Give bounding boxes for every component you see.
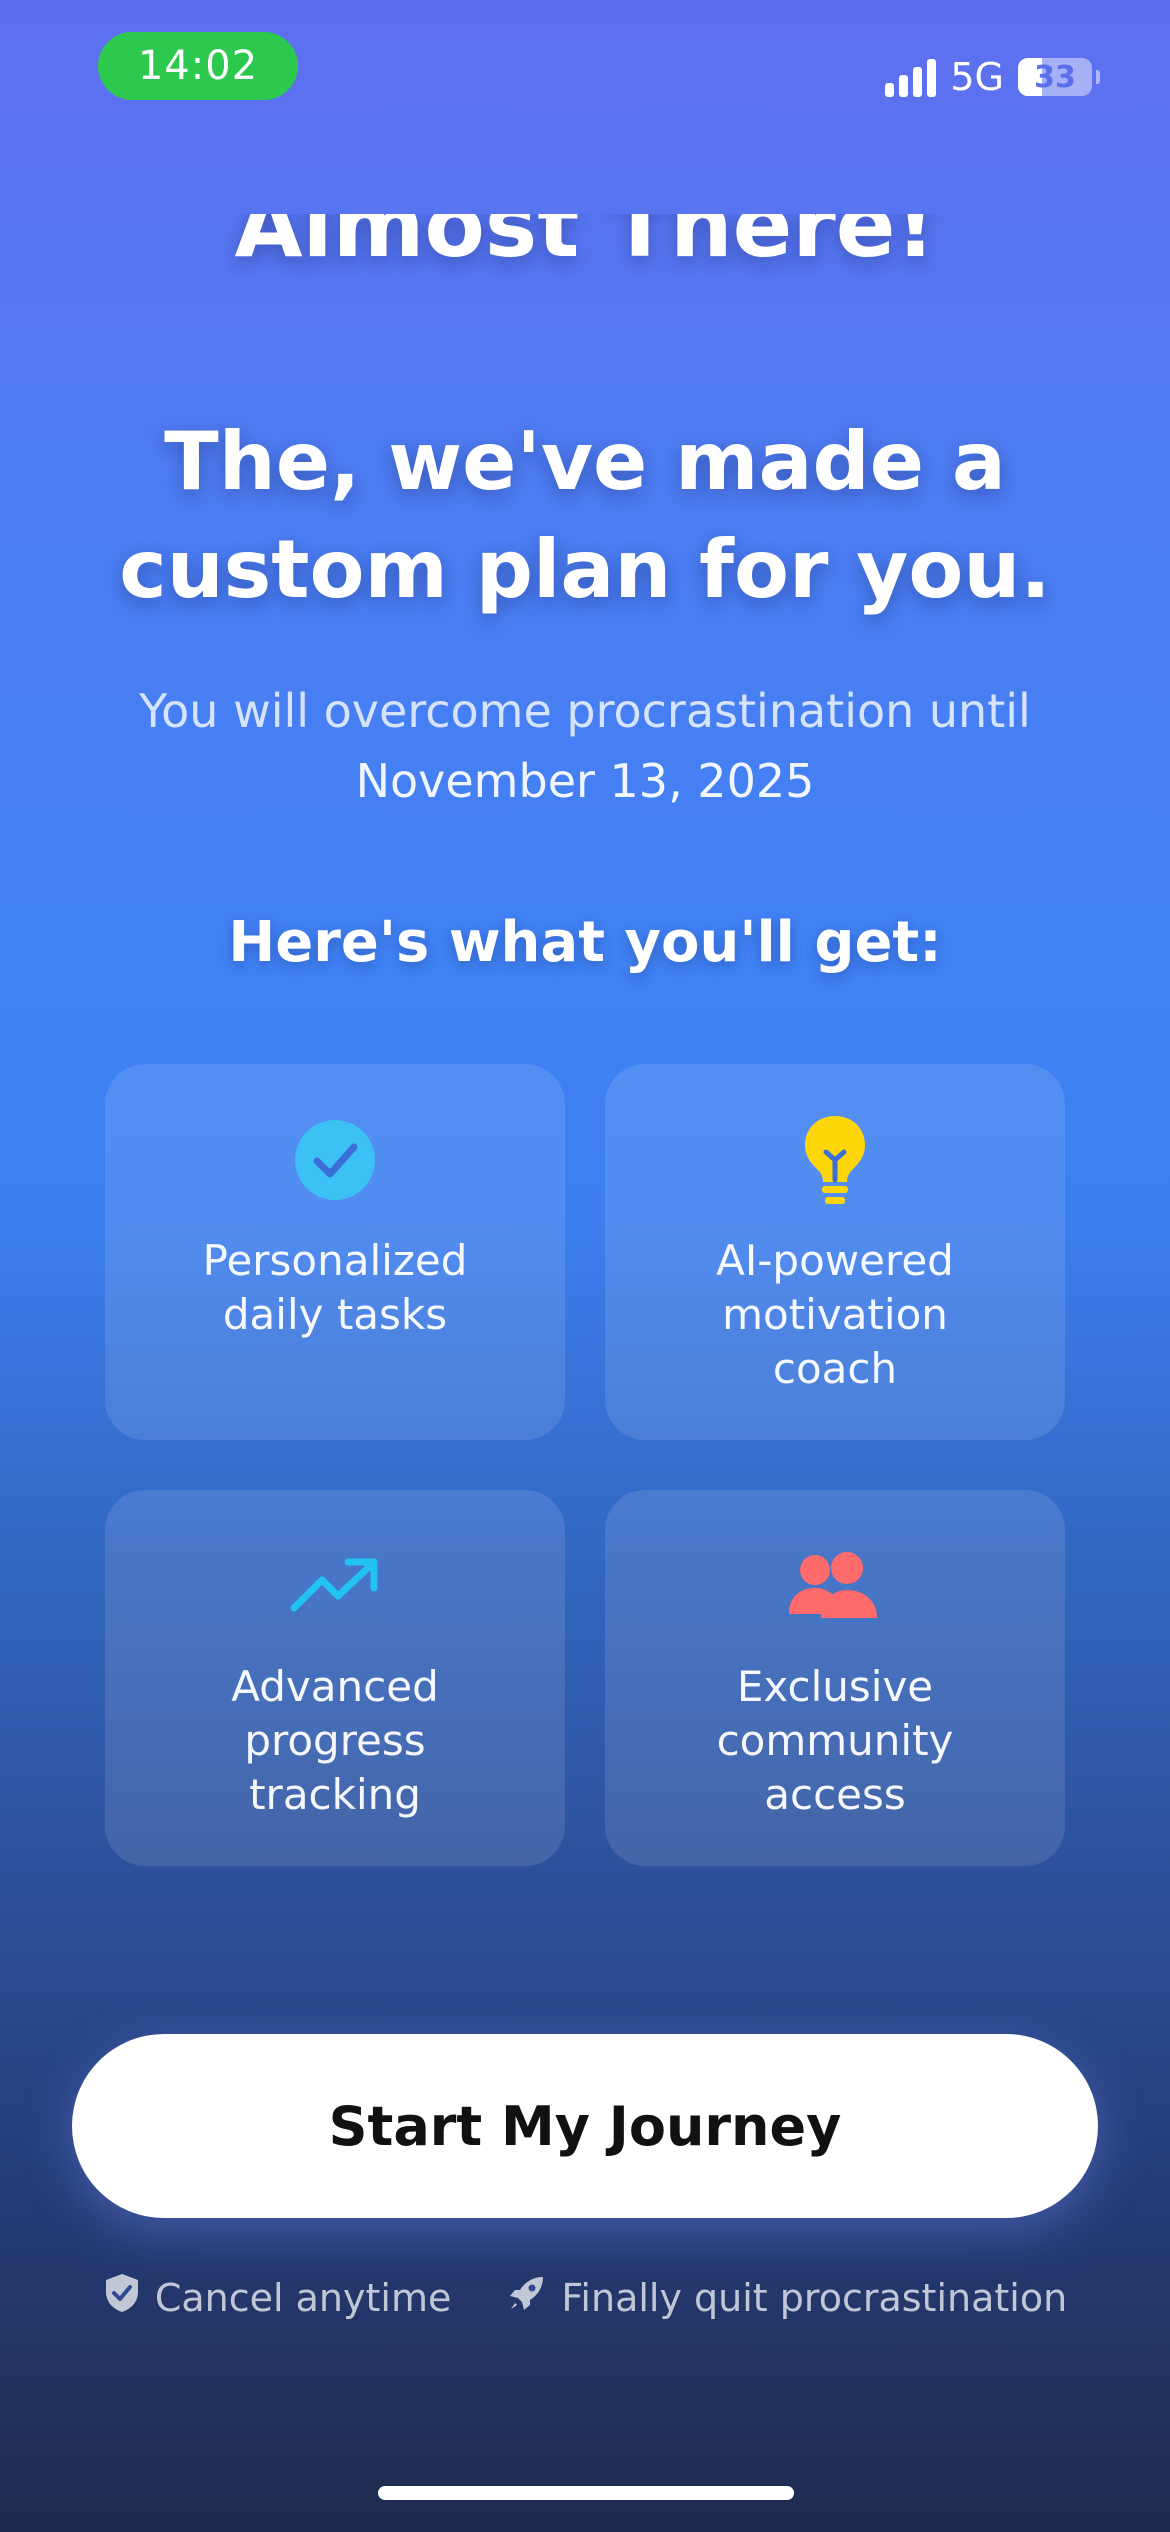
network-type: 5G bbox=[950, 55, 1004, 99]
benefit-label: Exclusive community access bbox=[716, 1662, 954, 1819]
users-icon bbox=[787, 1538, 883, 1634]
home-indicator[interactable] bbox=[378, 2486, 794, 2500]
assurance-label: Finally quit procrastination bbox=[561, 2275, 1068, 2320]
assurance-label: Cancel anytime bbox=[154, 2275, 452, 2320]
lightbulb-icon bbox=[787, 1112, 883, 1208]
status-indicators: 5G 33 bbox=[885, 52, 1100, 102]
benefits-grid: Personalized daily tasks AI-powered moti… bbox=[105, 1064, 1065, 1866]
battery-level: 33 bbox=[1034, 59, 1076, 95]
benefit-label: Personalized daily tasks bbox=[202, 1236, 468, 1339]
status-time: 14:02 bbox=[98, 32, 298, 100]
benefit-card-community: Exclusive community access bbox=[605, 1490, 1065, 1866]
subtitle-text: You will overcome procrastination until bbox=[139, 684, 1031, 738]
status-bar: 14:02 5G 33 bbox=[0, 0, 1170, 130]
benefit-card-progress-tracking: Advanced progress tracking bbox=[105, 1490, 565, 1866]
assurance-row: Cancel anytime Finally quit procrastinat… bbox=[0, 2272, 1170, 2323]
rocket-icon bbox=[507, 2273, 547, 2322]
shield-check-icon bbox=[103, 2272, 141, 2323]
benefit-label: Advanced progress tracking bbox=[231, 1662, 439, 1819]
benefit-card-daily-tasks: Personalized daily tasks bbox=[105, 1064, 565, 1440]
cellular-signal-icon bbox=[885, 57, 937, 97]
assurance-quit: Finally quit procrastination bbox=[507, 2272, 1067, 2323]
start-journey-button[interactable]: Start My Journey bbox=[72, 2034, 1098, 2218]
benefit-label: AI-powered motivation coach bbox=[716, 1236, 954, 1393]
page-title: The, we've made a custom plan for you. bbox=[119, 415, 1051, 616]
plan-subtitle: You will overcome procrastination until … bbox=[90, 676, 1080, 816]
benefit-card-ai-coach: AI-powered motivation coach bbox=[605, 1064, 1065, 1440]
assurance-cancel: Cancel anytime bbox=[103, 2272, 452, 2323]
battery-icon: 33 bbox=[1018, 58, 1100, 96]
benefits-title: Here's what you'll get: bbox=[228, 910, 942, 975]
target-date: November 13, 2025 bbox=[355, 754, 815, 808]
almost-there-heading: Almost There! bbox=[234, 214, 936, 277]
check-circle-icon bbox=[287, 1112, 383, 1208]
trending-up-icon bbox=[287, 1538, 383, 1634]
